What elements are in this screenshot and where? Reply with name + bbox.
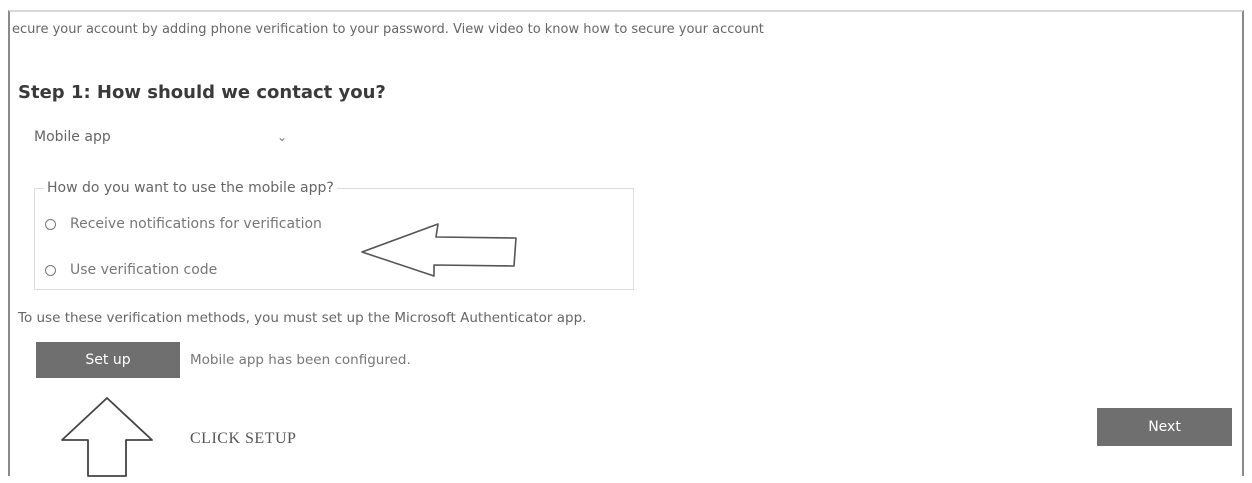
chevron-down-icon: ⌄ [276, 130, 287, 144]
setup-button[interactable]: Set up [36, 342, 180, 378]
radio-label: Use verification code [70, 262, 218, 278]
page-title: Step 1: How should we contact you? [18, 82, 386, 103]
setup-status-text: Mobile app has been configured. [190, 352, 411, 368]
radio-option-notifications[interactable]: Receive notifications for verification [45, 216, 322, 232]
contact-method-value: Mobile app [34, 129, 111, 145]
arrow-left-icon [361, 223, 517, 277]
intro-text: ecure your account by adding phone verif… [12, 22, 764, 37]
click-setup-annotation: CLICK SETUP [190, 430, 297, 447]
radio-button[interactable] [45, 218, 56, 230]
contact-method-select[interactable]: Mobile app ⌄ [28, 122, 293, 152]
mobile-app-options-legend: How do you want to use the mobile app? [44, 180, 337, 196]
radio-option-verification-code[interactable]: Use verification code [45, 262, 217, 278]
radio-button[interactable] [45, 264, 56, 276]
setup-note: To use these verification methods, you m… [18, 310, 587, 326]
next-button[interactable]: Next [1097, 408, 1232, 446]
radio-label: Receive notifications for verification [70, 216, 322, 232]
arrow-up-icon [61, 397, 153, 477]
